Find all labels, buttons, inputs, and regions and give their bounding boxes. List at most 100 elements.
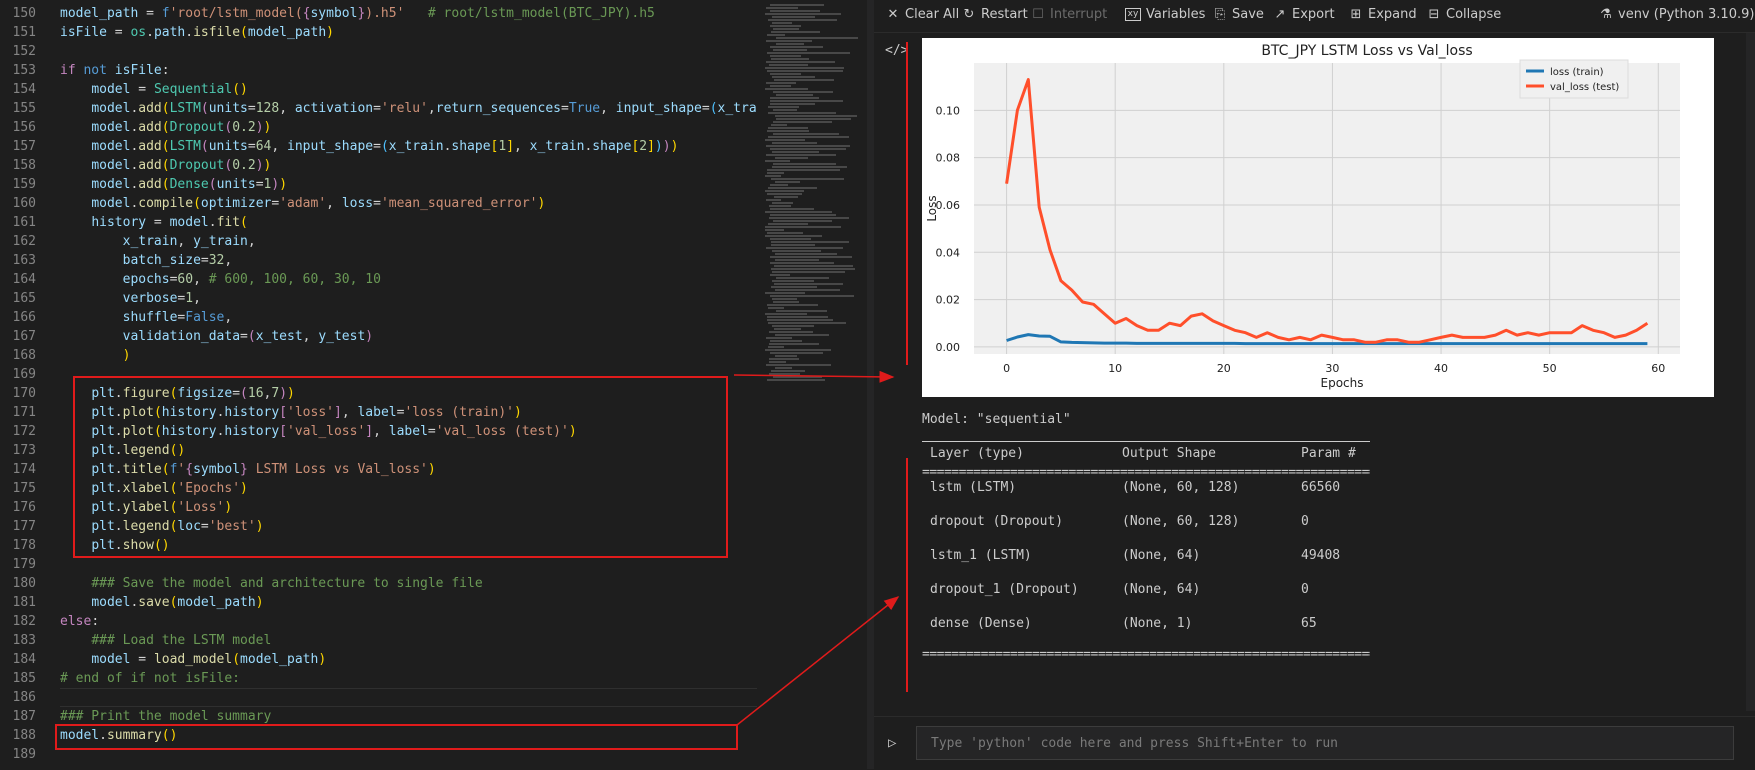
collapse-button[interactable]: ⊟ Collapse — [1427, 7, 1502, 22]
y-tick-label: 0.04 — [936, 246, 961, 259]
current-line-highlight — [60, 688, 757, 707]
python-input[interactable] — [916, 726, 1734, 760]
interrupt-button[interactable]: ☐ Interrupt — [1031, 7, 1107, 22]
minimap-line — [772, 271, 845, 273]
code-line[interactable]: 159 model.add(Dense(units=1)) — [0, 175, 757, 194]
code-line[interactable]: 188 model.summary() — [0, 726, 757, 745]
code-line[interactable]: 152 — [0, 42, 757, 61]
code-line[interactable]: 167 validation_data=(x_test, y_test) — [0, 327, 757, 346]
summary-cell: (None, 64) — [1122, 582, 1201, 597]
line-number: 188 — [12, 728, 36, 743]
minimap-line — [767, 304, 818, 306]
code-line[interactable]: 189 — [0, 745, 757, 764]
minimap-line — [766, 247, 843, 249]
code-line[interactable]: 173 plt.legend() — [0, 441, 757, 460]
code-text: plt.plot(history.history['loss'], label=… — [91, 405, 522, 420]
minimap-line — [775, 355, 797, 357]
code-line[interactable]: 172 plt.plot(history.history['val_loss']… — [0, 422, 757, 441]
line-number: 163 — [12, 253, 36, 268]
line-number: 181 — [12, 595, 36, 610]
minimap-line — [772, 325, 814, 327]
kernel-picker[interactable]: ⚗ venv (Python 3.10.9) — [1599, 7, 1754, 22]
y-axis-label: Loss — [925, 195, 939, 221]
code-text: verbose=1, — [122, 291, 201, 306]
code-line[interactable]: 177 plt.legend(loc='best') — [0, 517, 757, 536]
code-line[interactable]: 178 plt.show() — [0, 536, 757, 555]
clear-all-button[interactable]: ✕ Clear All — [886, 7, 960, 22]
minimap-line — [776, 37, 858, 39]
code-line[interactable]: 150 model_path = f'root/lstm_model({symbo… — [0, 4, 757, 23]
minimap-line — [774, 265, 853, 267]
code-line[interactable]: 171 plt.plot(history.history['loss'], la… — [0, 403, 757, 422]
code-line[interactable]: 161 history = model.fit( — [0, 213, 757, 232]
summary-cell: dense (Dense) — [930, 616, 1032, 631]
code-text: model.compile(optimizer='adam', loss='me… — [91, 196, 546, 211]
code-line[interactable]: 160 model.compile(optimizer='adam', loss… — [0, 194, 757, 213]
code-line[interactable]: 180 ### Save the model and architecture … — [0, 574, 757, 593]
line-number: 170 — [12, 386, 36, 401]
summary-cell: (None, 64) — [1122, 548, 1201, 563]
minimap-line — [765, 160, 790, 162]
run-icon[interactable]: ▷ — [888, 735, 896, 751]
code-line[interactable]: 158 model.add(Dropout(0.2)) — [0, 156, 757, 175]
summary-header: Param # — [1301, 446, 1356, 461]
code-line[interactable]: 162 x_train, y_train, — [0, 232, 757, 251]
restart-button[interactable]: ↻ Restart — [962, 7, 1028, 22]
minimap-line — [775, 259, 819, 261]
code-line[interactable]: 163 batch_size=32, — [0, 251, 757, 270]
code-line[interactable]: 153 if not isFile: — [0, 61, 757, 80]
code-line[interactable]: 182 else: — [0, 612, 757, 631]
code-line[interactable]: 151 isFile = os.path.isfile(model_path) — [0, 23, 757, 42]
code-line[interactable]: 154 model = Sequential() — [0, 80, 757, 99]
code-line[interactable]: 165 verbose=1, — [0, 289, 757, 308]
line-number: 169 — [12, 367, 36, 382]
summary-cell: lstm_1 (LSTM) — [930, 548, 1032, 563]
code-line[interactable]: 169 — [0, 365, 757, 384]
line-number: 187 — [12, 709, 36, 724]
summary-rule — [922, 441, 1370, 442]
minimap-line — [767, 316, 828, 318]
code-line[interactable]: 176 plt.ylabel('Loss') — [0, 498, 757, 517]
code-line[interactable]: 179 — [0, 555, 757, 574]
minimap-line — [770, 352, 823, 354]
code-line[interactable]: 157 model.add(LSTM(units=64, input_shape… — [0, 137, 757, 156]
code-line[interactable]: 155 model.add(LSTM(units=128, activation… — [0, 99, 757, 118]
line-number: 179 — [12, 557, 36, 572]
save-button[interactable]: ⎘ Save — [1213, 7, 1264, 22]
export-button[interactable]: ↗ Export — [1273, 7, 1335, 22]
variables-button[interactable]: xy Variables — [1125, 7, 1205, 22]
code-line[interactable]: 156 model.add(Dropout(0.2)) — [0, 118, 757, 137]
code-line[interactable]: 185 # end of if not isFile: — [0, 669, 757, 688]
minimap-line — [767, 169, 840, 171]
code-line[interactable]: 181 model.save(model_path) — [0, 593, 757, 612]
code-line[interactable]: 174 plt.title(f'{symbol} LSTM Loss vs Va… — [0, 460, 757, 479]
code-line[interactable]: 184 model = load_model(model_path) — [0, 650, 757, 669]
restart-icon: ↻ — [963, 6, 975, 22]
x-tick-label: 10 — [1108, 362, 1122, 375]
minimap-line — [767, 130, 809, 132]
code-text: model.add(Dropout(0.2)) — [91, 158, 272, 173]
editor-scrollbar[interactable] — [867, 0, 874, 769]
export-icon: ↗ — [1274, 6, 1286, 22]
expand-button[interactable]: ⊞ Expand — [1349, 7, 1417, 22]
line-number: 152 — [12, 44, 36, 59]
code-text: plt.xlabel('Epochs') — [91, 481, 248, 496]
code-cell-icon[interactable]: </> — [885, 43, 908, 58]
code-line[interactable]: 166 shuffle=False, — [0, 308, 757, 327]
code-line[interactable]: 170 plt.figure(figsize=(16,7)) — [0, 384, 757, 403]
code-line[interactable]: 164 epochs=60, # 600, 100, 60, 30, 10 — [0, 270, 757, 289]
minimap-line — [773, 28, 799, 30]
output-scrollbar[interactable] — [1746, 33, 1755, 711]
code-line[interactable]: 168 ) — [0, 346, 757, 365]
line-number: 185 — [12, 671, 36, 686]
summary-divider: ========================================… — [922, 465, 1370, 480]
minimap-line — [768, 223, 808, 225]
code-line[interactable]: 187 ### Print the model summary — [0, 707, 757, 726]
code-line[interactable]: 175 plt.xlabel('Epochs') — [0, 479, 757, 498]
line-number: 182 — [12, 614, 36, 629]
code-editor[interactable]: 150 model_path = f'root/lstm_model({symbo… — [0, 0, 757, 769]
minimap[interactable] — [757, 0, 868, 769]
code-line[interactable]: 183 ### Load the LSTM model — [0, 631, 757, 650]
line-number: 155 — [12, 101, 36, 116]
summary-cell: 0 — [1301, 582, 1309, 597]
